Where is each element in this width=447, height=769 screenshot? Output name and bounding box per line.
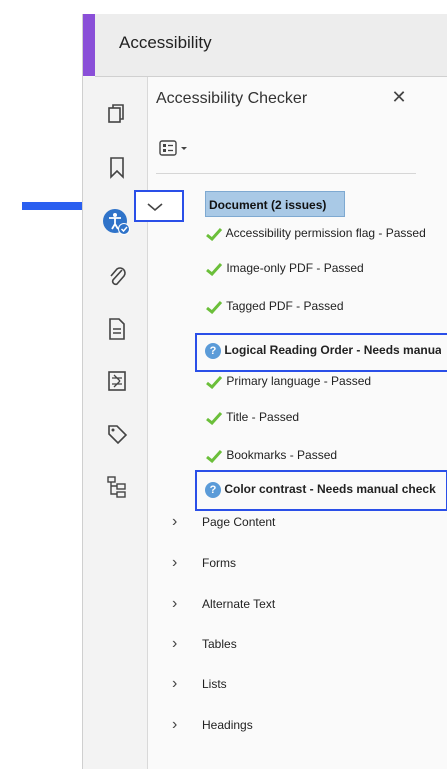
list-item[interactable]: ? Color contrast - Needs manual check <box>205 482 441 498</box>
accent-bar <box>83 14 95 76</box>
document-expand-toggle[interactable] <box>134 190 184 222</box>
chevron-right-icon: › <box>172 554 178 571</box>
accessibility-checker-panel: Accessibility Checker ✕ Document (2 issu… <box>134 77 447 769</box>
close-button[interactable]: ✕ <box>388 86 410 108</box>
layers-icon[interactable] <box>103 367 131 395</box>
panel-header: Accessibility <box>95 14 447 77</box>
header-title: Accessibility <box>119 33 212 52</box>
list-item[interactable]: Bookmarks - Passed <box>205 448 435 463</box>
passed-check-icon <box>206 300 223 314</box>
chevron-right-icon: › <box>172 595 178 612</box>
category-row[interactable]: › Alternate Text <box>172 595 402 613</box>
category-row[interactable]: › Lists <box>172 675 402 693</box>
chevron-right-icon: › <box>172 513 178 530</box>
options-menu-button[interactable] <box>158 137 194 161</box>
list-item[interactable]: Title - Passed <box>205 410 435 425</box>
passed-check-icon <box>206 375 223 389</box>
bookmark-icon[interactable] <box>103 154 131 182</box>
passed-check-icon <box>206 411 223 425</box>
list-item[interactable]: Accessibility permission flag - Passed <box>205 226 435 241</box>
passed-check-icon <box>206 262 223 276</box>
category-row[interactable]: › Forms <box>172 554 402 572</box>
chevron-right-icon: › <box>172 716 178 733</box>
tags-icon[interactable] <box>103 420 131 448</box>
category-row[interactable]: › Page Content <box>172 513 402 531</box>
question-icon: ? <box>205 482 221 498</box>
passed-check-icon <box>206 449 223 463</box>
panel-title: Accessibility Checker <box>156 90 308 107</box>
list-item[interactable]: ? Logical Reading Order - Needs manual c… <box>205 343 441 359</box>
list-item[interactable]: Primary language - Passed <box>205 374 435 389</box>
document-properties-icon[interactable] <box>103 315 131 343</box>
list-item[interactable]: Tagged PDF - Passed <box>205 299 435 314</box>
content-tree-icon[interactable] <box>103 473 131 501</box>
accessibility-icon[interactable] <box>101 206 133 238</box>
pages-icon[interactable] <box>103 100 131 128</box>
chevron-right-icon: › <box>172 675 178 692</box>
blank-margin <box>0 0 82 769</box>
list-item[interactable]: Image-only PDF - Passed <box>205 261 435 276</box>
question-icon: ? <box>205 343 221 359</box>
attachment-icon[interactable] <box>103 262 131 290</box>
category-row[interactable]: › Headings <box>172 716 402 734</box>
tool-rail <box>83 77 148 769</box>
document-node-label[interactable]: Document (2 issues) <box>205 191 345 217</box>
passed-check-icon <box>206 227 223 241</box>
divider <box>156 173 416 174</box>
category-row[interactable]: › Tables <box>172 635 402 653</box>
chevron-right-icon: › <box>172 635 178 652</box>
app-window: Accessibility Accessibility Checker ✕ Do… <box>82 14 447 769</box>
chevron-down-icon <box>147 203 163 212</box>
